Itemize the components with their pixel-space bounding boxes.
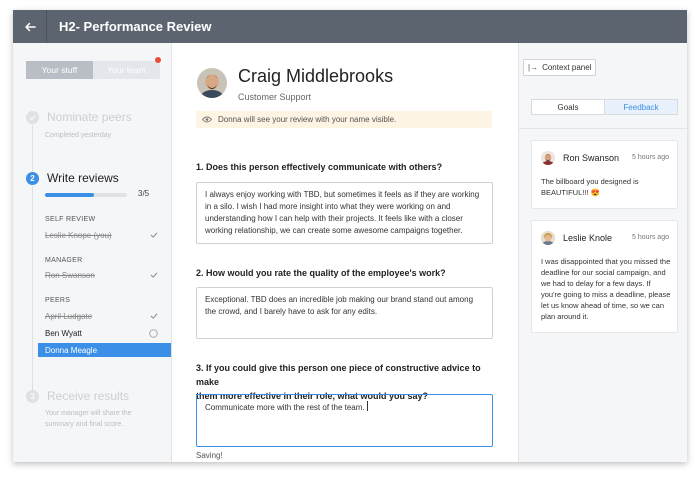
progress-label: 3/5 (138, 189, 150, 198)
person-name: Donna Meagle (45, 345, 98, 355)
person-april-ludgate[interactable]: April Ludgate (38, 309, 171, 323)
feedback-header: Leslie Knole (541, 231, 612, 245)
feedback-message: I was disappointed that you missed the d… (541, 257, 671, 321)
review-form: Craig Middlebrooks Customer Support Donn… (172, 43, 518, 462)
person-donna-meagle[interactable]: Donna Meagle (38, 343, 171, 357)
person-ben-wyatt[interactable]: Ben Wyatt (38, 326, 171, 340)
top-bar: H2- Performance Review (13, 10, 687, 43)
person-name: April Ludgate (45, 311, 93, 321)
person-ron-swanson[interactable]: Ron Swanson (38, 268, 171, 282)
feedback-header: Ron Swanson (541, 151, 619, 165)
step-write-reviews[interactable]: 2 Write reviews (26, 171, 119, 185)
answer-1-textarea[interactable]: I always enjoy working with TBD, but som… (196, 182, 493, 244)
answer-3-text: Communicate more with the rest of the te… (205, 403, 365, 412)
context-panel-button[interactable]: |→ Context panel (523, 59, 596, 76)
group-label-manager: MANAGER (45, 257, 83, 264)
page-title: H2- Performance Review (59, 19, 212, 34)
step-receive-results[interactable]: 3 Receive results (26, 389, 129, 403)
employee-role: Customer Support (238, 92, 312, 102)
back-arrow-icon (24, 22, 36, 31)
step-subtitle: Completed yesterday (45, 132, 112, 139)
tab-your-stuff[interactable]: Your stuff (26, 61, 93, 79)
reviews-progress-bar (45, 193, 127, 197)
stuff-team-toggle: Your stuff Your team (26, 61, 160, 79)
avatar (197, 68, 227, 98)
context-tabs: Goals Feedback (531, 99, 678, 115)
question-2: 2. How would you rate the quality of the… (196, 268, 446, 278)
group-label-self-review: SELF REVIEW (45, 216, 96, 223)
avatar (541, 151, 555, 165)
panel-icon: |→ (528, 63, 539, 72)
app-window: H2- Performance Review Your stuff Your t… (13, 10, 687, 462)
question-1: 1. Does this person effectively communic… (196, 162, 443, 172)
left-sidebar: Your stuff Your team Nominate peers Comp… (13, 43, 172, 462)
person-leslie-knope[interactable]: Leslie Knope (you) (38, 228, 171, 242)
step-connector (32, 125, 33, 171)
group-label-peers: PEERS (45, 297, 71, 304)
step-title: Nominate peers (47, 110, 132, 124)
tab-feedback[interactable]: Feedback (604, 100, 677, 114)
step-subtitle-line: summary and final score. (45, 421, 124, 428)
step-nominate-peers[interactable]: Nominate peers (26, 110, 132, 124)
context-panel: |→ Context panel Goals Feedback Ron Swan… (518, 43, 687, 462)
person-name: Leslie Knope (you) (45, 230, 112, 240)
text-cursor (366, 401, 368, 411)
step-subtitle: Your manager will share the summary and … (45, 408, 132, 430)
feedback-author: Ron Swanson (563, 153, 620, 163)
progress-fill (45, 193, 95, 197)
tab-goals[interactable]: Goals (532, 100, 604, 114)
eye-icon (202, 116, 212, 123)
back-button[interactable] (13, 10, 47, 43)
question-3-line: 3. If you could give this person one pie… (196, 363, 481, 387)
avatar (541, 231, 555, 245)
check-icon (150, 268, 158, 282)
context-panel-label: Context panel (542, 63, 592, 72)
step-complete-check-icon (26, 110, 39, 124)
circle-icon (149, 326, 158, 340)
save-status: Saving! (196, 451, 223, 460)
step-subtitle-line: Your manager will share the (45, 410, 132, 417)
person-name: Ben Wyatt (45, 328, 82, 338)
person-name: Ron Swanson (45, 270, 95, 280)
notification-dot (155, 57, 161, 63)
step-title: Write reviews (47, 171, 119, 185)
feedback-time: 5 hours ago (632, 154, 669, 161)
employee-name: Craig Middlebrooks (238, 66, 394, 86)
answer-3-textarea[interactable]: Communicate more with the rest of the te… (196, 394, 493, 447)
visibility-notice: Donna will see your review with your nam… (196, 111, 492, 128)
feedback-time: 5 hours ago (632, 234, 669, 241)
answer-2-textarea[interactable]: Exceptional. TBD does an incredible job … (196, 287, 493, 339)
divider (519, 128, 687, 129)
step-connector (32, 186, 33, 391)
step-number: 3 (26, 389, 39, 403)
step-number: 2 (26, 171, 39, 185)
step-title: Receive results (47, 389, 130, 403)
check-icon (150, 228, 158, 242)
notice-text: Donna will see your review with your nam… (218, 115, 397, 124)
check-icon (150, 309, 158, 323)
feedback-card: Ron Swanson 5 hours ago The billboard yo… (531, 140, 678, 209)
tab-your-team[interactable]: Your team (93, 61, 160, 79)
feedback-message: The billboard you designed is BEAUTIFUL!… (541, 177, 639, 197)
feedback-card: Leslie Knole 5 hours ago I was disappoin… (531, 220, 678, 333)
feedback-author: Leslie Knole (563, 233, 613, 243)
